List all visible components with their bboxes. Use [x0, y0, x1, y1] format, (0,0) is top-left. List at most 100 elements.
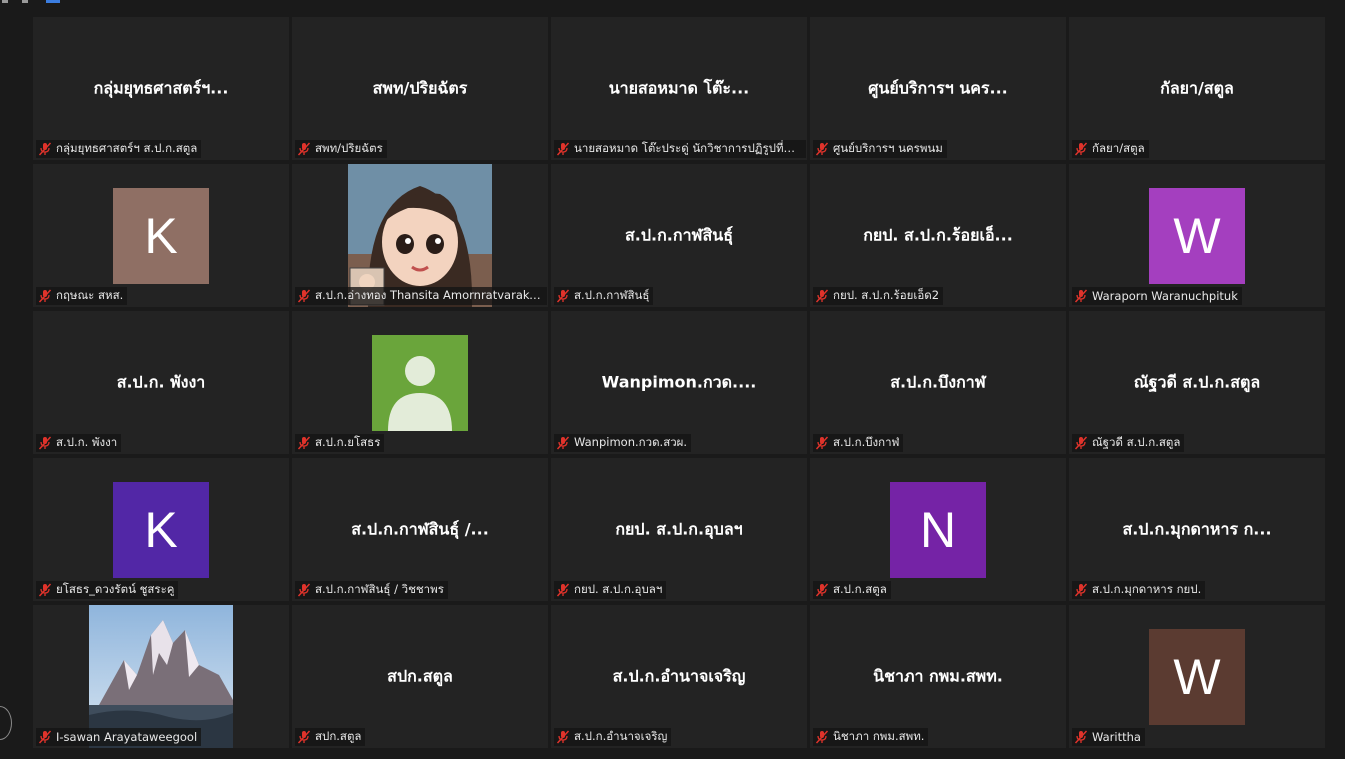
- participant-tile[interactable]: สพท/ปริยฉัตร สพท/ปริยฉัตร: [292, 17, 548, 160]
- top-bar-icon: [46, 0, 60, 3]
- muted-microphone-icon: [297, 435, 311, 450]
- participant-label-text: ส.ป.ก.บึงกาฬ: [833, 434, 900, 449]
- participant-name: สปก.สตูล: [387, 666, 453, 685]
- participant-label-text: Wanpimon.กวด.สวผ.: [574, 434, 688, 449]
- participant-label: ณัฐวดี ส.ป.ก.สตูล: [1072, 434, 1185, 452]
- participant-label-text: กัลยา/สตูล: [1092, 140, 1145, 155]
- avatar: W: [1149, 187, 1245, 284]
- participant-label-text: ส.ป.ก.กาฬสินธุ์ / วิชชาพร: [315, 581, 444, 596]
- participant-name: ส.ป.ก.บึงกาฬ: [890, 372, 986, 391]
- participant-label: Waraporn Waranuchpituk: [1072, 287, 1242, 305]
- participant-tile[interactable]: Wanpimon.กวด.... Wanpimon.กวด.สวผ.: [551, 311, 807, 454]
- participant-tile[interactable]: K ยโสธร_ดวงรัตน์ ชูสระคู: [33, 458, 289, 601]
- participant-name: ส.ป.ก.กาฬสินธุ์ /...: [351, 519, 489, 538]
- participant-name: กยป. ส.ป.ก.อุบลฯ: [615, 519, 743, 538]
- participant-tile[interactable]: ณัฐวดี ส.ป.ก.สตูล ณัฐวดี ส.ป.ก.สตูล: [1069, 311, 1325, 454]
- participant-tile[interactable]: ส.ป.ก. พังงา ส.ป.ก. พังงา: [33, 311, 289, 454]
- participant-tile[interactable]: กัลยา/สตูล กัลยา/สตูล: [1069, 17, 1325, 160]
- participant-label-text: ยโสธร_ดวงรัตน์ ชูสระคู: [56, 581, 175, 596]
- participant-tile[interactable]: กยป. ส.ป.ก.ร้อยเอ็... กยป. ส.ป.ก.ร้อยเอ็…: [810, 164, 1066, 307]
- participant-label-text: Waraporn Waranuchpituk: [1092, 288, 1238, 303]
- participant-label-text: สปก.สตูล: [315, 728, 362, 743]
- participant-label-text: ณัฐวดี ส.ป.ก.สตูล: [1092, 434, 1181, 449]
- participant-tile[interactable]: ส.ป.ก.ยโสธร: [292, 311, 548, 454]
- participant-label-text: สพท/ปริยฉัตร: [315, 140, 383, 155]
- participant-label-text: นิชาภา กพม.สพท.: [833, 728, 925, 743]
- participant-label: กัลยา/สตูล: [1072, 140, 1149, 158]
- participant-label: กยป. ส.ป.ก.ร้อยเอ็ด2: [813, 287, 944, 305]
- participant-tile[interactable]: ส.ป.ก.อำนาจเจริญ ส.ป.ก.อำนาจเจริญ: [551, 605, 807, 748]
- participant-tile[interactable]: กยป. ส.ป.ก.อุบลฯ กยป. ส.ป.ก.อุบลฯ: [551, 458, 807, 601]
- participant-label: I-sawan Arayataweegool: [36, 728, 202, 746]
- participant-label-text: นายสอหมาด โต๊ะประดู่ นักวิชาการปฏิรูปที่…: [574, 140, 802, 155]
- participant-tile[interactable]: นายสอหมาด โต๊ะ... นายสอหมาด โต๊ะประดู่ น…: [551, 17, 807, 160]
- participant-label-text: ส.ป.ก. พังงา: [56, 434, 118, 449]
- participant-label: นิชาภา กพม.สพท.: [813, 728, 929, 746]
- participant-tile[interactable]: ส.ป.ก.อ่างทอง Thansita Amornratvarakun: [292, 164, 548, 307]
- participant-label-text: Warittha: [1092, 729, 1141, 744]
- participant-name: Wanpimon.กวด....: [601, 372, 757, 391]
- participant-name: นายสอหมาด โต๊ะ...: [608, 78, 750, 97]
- participant-name: กยป. ส.ป.ก.ร้อยเอ็...: [863, 225, 1013, 244]
- participant-tile[interactable]: ศูนย์บริการฯ นคร... ศูนย์บริการฯ นครพนม: [810, 17, 1066, 160]
- participant-label: ส.ป.ก.อำนาจเจริญ: [554, 728, 672, 746]
- muted-microphone-icon: [1074, 435, 1088, 450]
- participant-name: กลุ่มยุทธศาสตร์ฯ...: [93, 78, 229, 97]
- participant-tile[interactable]: ส.ป.ก.กาฬสินธุ์ ส.ป.ก.กาฬสินธุ์: [551, 164, 807, 307]
- muted-microphone-icon: [297, 288, 311, 303]
- participant-label-text: ส.ป.ก.อำนาจเจริญ: [574, 728, 668, 743]
- participant-label: ส.ป.ก.กาฬสินธุ์ / วิชชาพร: [295, 581, 448, 599]
- participant-tile[interactable]: K กฤษณะ สหส.: [33, 164, 289, 307]
- participant-label-text: กฤษณะ สหส.: [56, 287, 124, 302]
- participant-tile[interactable]: กลุ่มยุทธศาสตร์ฯ... กลุ่มยุทธศาสตร์ฯ ส.ป…: [33, 17, 289, 160]
- top-bar-icon: [22, 0, 28, 3]
- participant-label: ยโสธร_ดวงรัตน์ ชูสระคู: [36, 581, 179, 599]
- muted-microphone-icon: [815, 435, 829, 450]
- participant-tile[interactable]: N ส.ป.ก.สตูล: [810, 458, 1066, 601]
- participant-tile[interactable]: I-sawan Arayataweegool: [33, 605, 289, 748]
- muted-microphone-icon: [556, 288, 570, 303]
- muted-microphone-icon: [815, 288, 829, 303]
- participant-name: ศูนย์บริการฯ นคร...: [868, 78, 1008, 97]
- participant-label-text: ส.ป.ก.สตูล: [833, 581, 887, 596]
- participant-name: นิชาภา กพม.สพท.: [873, 666, 1003, 685]
- participant-label-text: กยป. ส.ป.ก.อุบลฯ: [574, 581, 663, 596]
- participant-label: ส.ป.ก.มุกดาหาร กยป.: [1072, 581, 1206, 599]
- participant-label: ส.ป.ก.บึงกาฬ: [813, 434, 904, 452]
- muted-microphone-icon: [297, 141, 311, 156]
- side-control-icon[interactable]: [0, 706, 12, 740]
- participant-tile[interactable]: ส.ป.ก.มุกดาหาร ก... ส.ป.ก.มุกดาหาร กยป.: [1069, 458, 1325, 601]
- muted-microphone-icon: [38, 435, 52, 450]
- top-bar-icon: [2, 0, 8, 3]
- participant-label: ส.ป.ก.ยโสธร: [295, 434, 385, 452]
- muted-microphone-icon: [556, 141, 570, 156]
- muted-microphone-icon: [297, 729, 311, 744]
- muted-microphone-icon: [556, 582, 570, 597]
- participant-label: ส.ป.ก. พังงา: [36, 434, 122, 452]
- participant-name: ส.ป.ก.อำนาจเจริญ: [612, 666, 746, 685]
- avatar: K: [113, 481, 209, 578]
- participant-label-text: I-sawan Arayataweegool: [56, 729, 198, 744]
- muted-microphone-icon: [1074, 141, 1088, 156]
- default-user-icon: [372, 334, 468, 431]
- participant-tile[interactable]: W Waraporn Waranuchpituk: [1069, 164, 1325, 307]
- mountain-photo: [89, 605, 233, 748]
- muted-microphone-icon: [297, 582, 311, 597]
- participant-label: สพท/ปริยฉัตร: [295, 140, 387, 158]
- participant-tile[interactable]: ส.ป.ก.กาฬสินธุ์ /... ส.ป.ก.กาฬสินธุ์ / ว…: [292, 458, 548, 601]
- participant-label: กลุ่มยุทธศาสตร์ฯ ส.ป.ก.สตูล: [36, 140, 202, 158]
- participant-label: Wanpimon.กวด.สวผ.: [554, 434, 692, 452]
- participant-tile[interactable]: ส.ป.ก.บึงกาฬ ส.ป.ก.บึงกาฬ: [810, 311, 1066, 454]
- participant-name: ส.ป.ก. พังงา: [116, 372, 206, 391]
- muted-microphone-icon: [556, 435, 570, 450]
- participant-tile[interactable]: สปก.สตูล สปก.สตูล: [292, 605, 548, 748]
- top-bar: [0, 0, 1345, 8]
- participant-name: ณัฐวดี ส.ป.ก.สตูล: [1133, 372, 1261, 391]
- participant-tile[interactable]: นิชาภา กพม.สพท. นิชาภา กพม.สพท.: [810, 605, 1066, 748]
- participant-label: สปก.สตูล: [295, 728, 366, 746]
- participant-tile[interactable]: W Warittha: [1069, 605, 1325, 748]
- participant-label: ศูนย์บริการฯ นครพนม: [813, 140, 947, 158]
- muted-microphone-icon: [1074, 729, 1088, 744]
- profile-photo: [348, 164, 492, 307]
- participant-name: กัลยา/สตูล: [1160, 78, 1234, 97]
